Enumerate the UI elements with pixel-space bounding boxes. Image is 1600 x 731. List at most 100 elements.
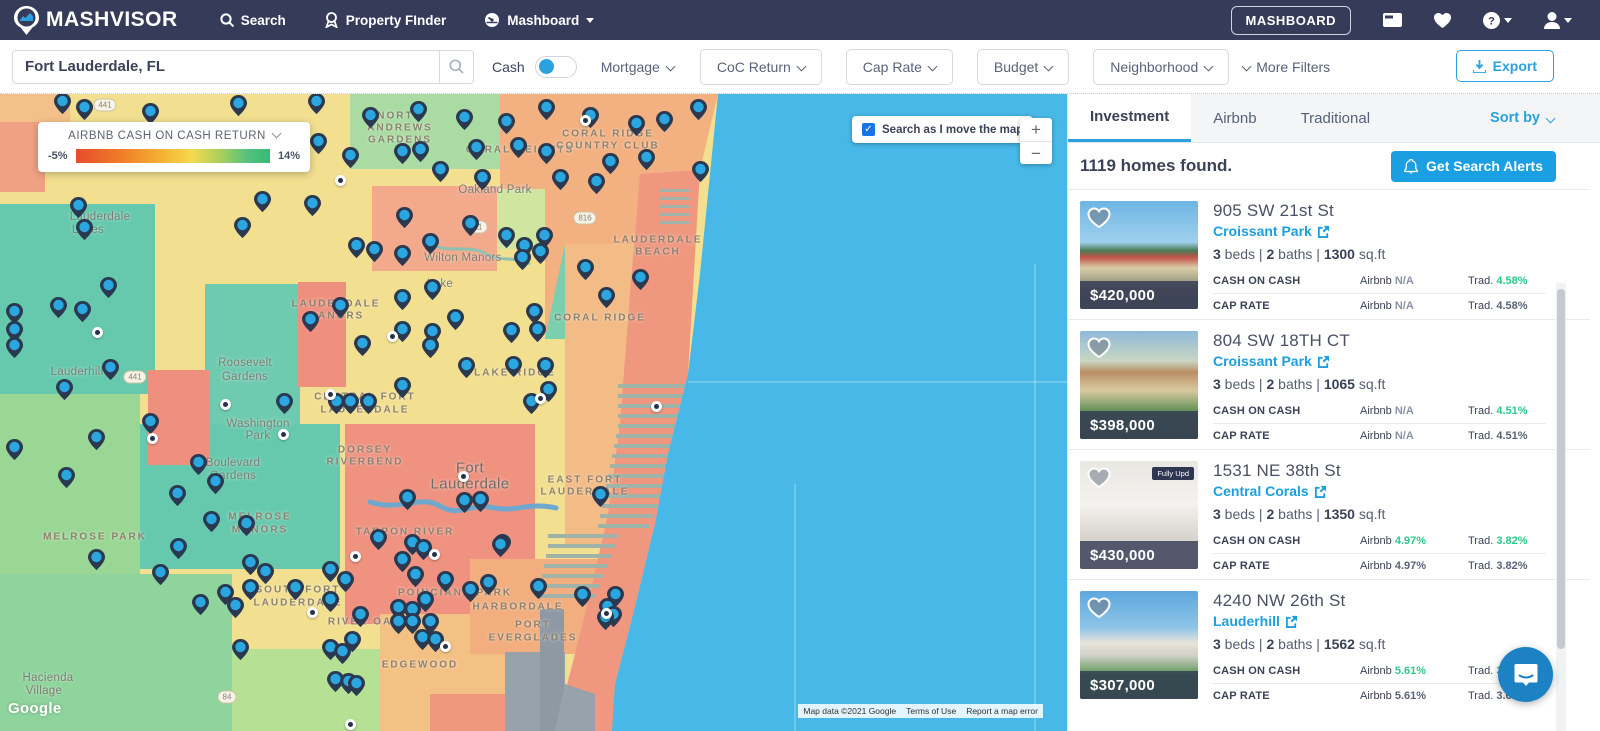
property-card[interactable]: $420,000 905 SW 21st St Croissant Park 3… — [1068, 189, 1590, 319]
legend-title[interactable]: AIRBNB CASH ON CASH RETURN — [48, 128, 300, 142]
property-map-pin[interactable] — [70, 197, 87, 218]
property-map-pin[interactable] — [505, 356, 522, 377]
poi-dot[interactable] — [535, 393, 546, 404]
property-map-pin[interactable] — [56, 379, 73, 400]
property-map-pin[interactable] — [628, 115, 645, 136]
property-map-pin[interactable] — [422, 233, 439, 254]
property-map-pin[interactable] — [74, 301, 91, 322]
property-map-pin[interactable] — [394, 245, 411, 266]
property-map-pin[interactable] — [76, 99, 93, 120]
property-map-pin[interactable] — [88, 549, 105, 570]
tab-airbnb[interactable]: Airbnb — [1191, 94, 1278, 142]
property-map-pin[interactable] — [432, 161, 449, 182]
property-address[interactable]: 4240 NW 26th St — [1213, 591, 1546, 611]
property-map-pin[interactable] — [472, 491, 489, 512]
property-map-pin[interactable] — [503, 322, 520, 343]
poi-dot[interactable] — [429, 549, 440, 560]
property-map-pin[interactable] — [207, 473, 224, 494]
property-map-pin[interactable] — [342, 147, 359, 168]
property-map-pin[interactable] — [257, 563, 274, 584]
property-photo[interactable]: $420,000 — [1080, 201, 1198, 309]
property-map-pin[interactable] — [354, 335, 371, 356]
neighborhood-link[interactable]: Croissant Park — [1213, 223, 1546, 239]
neighborhood-link[interactable]: Lauderhill — [1213, 613, 1546, 629]
more-filters-link[interactable]: More Filters — [1241, 59, 1330, 75]
favorite-heart-icon[interactable] — [1086, 596, 1112, 619]
zoom-in-button[interactable]: + — [1020, 118, 1052, 141]
property-map-pin[interactable] — [510, 137, 527, 158]
property-map-pin[interactable] — [190, 454, 207, 475]
property-map-pin[interactable] — [310, 133, 327, 154]
property-map-pin[interactable] — [394, 551, 411, 572]
property-map-pin[interactable] — [6, 439, 23, 460]
neighborhood-link[interactable]: Central Corals — [1213, 483, 1546, 499]
property-map-pin[interactable] — [588, 173, 605, 194]
filter-dropdown-neighborhood[interactable]: Neighborhood — [1093, 48, 1230, 85]
property-map-pin[interactable] — [394, 289, 411, 310]
mashvisor-logo[interactable]: MASHVISOR — [14, 5, 178, 35]
property-map-pin[interactable] — [530, 578, 547, 599]
property-address[interactable]: 804 SW 18TH CT — [1213, 331, 1546, 351]
property-map-pin[interactable] — [362, 107, 379, 128]
property-map-pin[interactable] — [447, 309, 464, 330]
search-as-move-checkbox[interactable]: ✓ Search as I move the map — [852, 116, 1034, 143]
property-map-pin[interactable] — [598, 287, 615, 308]
filter-dropdown-budget[interactable]: Budget — [976, 48, 1070, 85]
property-map-pin[interactable] — [638, 149, 655, 170]
property-map-pin[interactable] — [302, 311, 319, 332]
sort-by-dropdown[interactable]: Sort by — [1490, 94, 1600, 142]
property-map-pin[interactable] — [58, 467, 75, 488]
property-map-pin[interactable] — [514, 249, 531, 270]
property-map-pin[interactable] — [366, 241, 383, 262]
neighborhood-link[interactable]: Croissant Park — [1213, 353, 1546, 369]
property-map-pin[interactable] — [337, 571, 354, 592]
checkbox-checked-icon[interactable]: ✓ — [862, 123, 875, 136]
tab-investment[interactable]: Investment — [1068, 94, 1192, 142]
property-map-pin[interactable] — [437, 571, 454, 592]
tab-traditional[interactable]: Traditional — [1279, 94, 1392, 142]
property-map-pin[interactable] — [88, 429, 105, 450]
property-map-pin[interactable] — [424, 279, 441, 300]
property-map-pin[interactable] — [574, 586, 591, 607]
property-map-pin[interactable] — [6, 337, 23, 358]
property-map-pin[interactable] — [242, 579, 259, 600]
property-map-pin[interactable] — [456, 492, 473, 513]
property-map-pin[interactable] — [54, 94, 71, 114]
nav-property-finder[interactable]: Property FInder — [324, 12, 446, 28]
property-map-pin[interactable] — [308, 94, 325, 114]
property-map-pin[interactable] — [234, 217, 251, 238]
property-map-pin[interactable] — [602, 153, 619, 174]
property-map-pin[interactable] — [632, 269, 649, 290]
filter-dropdown-coc-return[interactable]: CoC Return — [699, 48, 822, 85]
property-map-pin[interactable] — [360, 393, 377, 414]
property-map-pin[interactable] — [334, 643, 351, 664]
mashboard-button[interactable]: MASHBOARD — [1230, 5, 1351, 35]
poi-dot[interactable] — [440, 641, 451, 652]
property-map-pin[interactable] — [348, 237, 365, 258]
property-map-pin[interactable] — [458, 357, 475, 378]
property-map-pin[interactable] — [692, 161, 709, 182]
property-map-pin[interactable] — [498, 227, 515, 248]
poi-dot[interactable] — [458, 471, 469, 482]
property-map-pin[interactable] — [152, 564, 169, 585]
property-map-pin[interactable] — [50, 297, 67, 318]
property-map-pin[interactable] — [348, 675, 365, 696]
favorite-heart-icon[interactable] — [1086, 336, 1112, 359]
export-button[interactable]: Export — [1455, 50, 1554, 82]
poi-dot[interactable] — [345, 719, 356, 730]
property-photo[interactable]: Fully Upd $430,000 — [1080, 461, 1198, 569]
property-map-pin[interactable] — [203, 511, 220, 532]
poi-dot[interactable] — [307, 607, 318, 618]
favorite-heart-icon[interactable] — [1086, 466, 1112, 489]
property-map-pin[interactable] — [169, 485, 186, 506]
panel-scrollbar[interactable] — [1556, 283, 1566, 731]
property-card[interactable]: Fully Upd $430,000 1531 NE 38th St Centr… — [1068, 449, 1590, 579]
user-icon[interactable] — [1544, 11, 1572, 29]
property-map-pin[interactable] — [322, 591, 339, 612]
property-map-pin[interactable] — [468, 139, 485, 160]
property-map-pin[interactable] — [142, 413, 159, 434]
property-map-pin[interactable] — [76, 219, 93, 240]
heart-icon[interactable] — [1434, 12, 1451, 28]
property-map-pin[interactable] — [287, 579, 304, 600]
poi-dot[interactable] — [92, 327, 103, 338]
